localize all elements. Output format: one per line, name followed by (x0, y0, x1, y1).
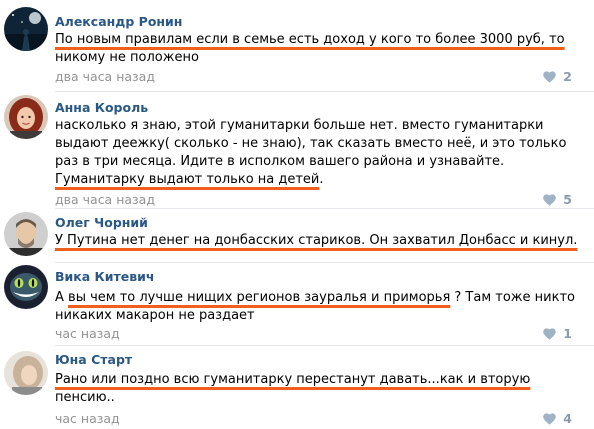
comment-author[interactable]: Анна Король (55, 100, 148, 115)
highlighted-text: По новым правилам если в семье есть дохо… (55, 32, 565, 47)
comment-author[interactable]: Юна Старт (55, 352, 132, 367)
comment-text-line: никому не положено (55, 49, 580, 67)
comment-text: У Путина нет денег на донбасских старико… (55, 232, 580, 250)
like-button[interactable]: 4 (543, 411, 572, 426)
avatar[interactable] (4, 265, 48, 309)
highlighted-text: ...как и вторую (427, 372, 531, 387)
comment-text-segment: А (55, 290, 69, 305)
like-button[interactable]: 1 (543, 326, 572, 341)
like-count: 4 (563, 411, 572, 426)
comment-text-segment: пенсию.. (55, 390, 115, 405)
avatar[interactable] (4, 351, 48, 395)
comment-time[interactable]: два часа назад (55, 192, 155, 207)
like-count: 1 (563, 326, 572, 341)
comment-text: По новым правилам если в семье есть дохо… (55, 31, 580, 67)
divider (55, 208, 594, 209)
comment-text-segment: никому не положено (55, 50, 199, 65)
comment-text-segment: насколько я знаю, этой гуманитарки больш… (55, 118, 544, 133)
comment-text-line: раз в три месяца. Идите в исполком вашег… (55, 153, 580, 171)
like-button[interactable]: 2 (543, 69, 572, 84)
comment-text-segment: . (319, 172, 324, 187)
divider (55, 91, 594, 92)
avatar[interactable] (4, 212, 48, 256)
comment-text-segment: раз в три месяца. Идите в исполком вашег… (55, 154, 505, 169)
comment-text: А вы чем то лучше нищих регионов заураль… (55, 289, 580, 325)
highlighted-text: У Путина нет денег на донбасских старико… (55, 233, 578, 248)
heart-icon (543, 327, 557, 340)
night-scene-avatar-image (4, 7, 48, 51)
comment-text-line: Рано или поздно всю гуманитарку перестан… (55, 371, 580, 389)
highlighted-text: вы чем то лучше нищих регионов зауралья … (68, 290, 451, 305)
comment-text-line: насколько я знаю, этой гуманитарки больш… (55, 117, 580, 135)
comment-text-segment: выдают деежку( сколько - не знаю), так с… (55, 136, 567, 151)
comment-author[interactable]: Александр Ронин (55, 14, 182, 29)
comment-text-line: А вы чем то лучше нищих регионов заураль… (55, 289, 580, 307)
heart-icon (543, 70, 557, 83)
comment-author[interactable]: Олег Чорний (55, 215, 148, 230)
comment-time[interactable]: час назад (55, 326, 120, 341)
like-count: 2 (563, 69, 572, 84)
comment-time[interactable]: два часа назад (55, 69, 155, 84)
man-beard-avatar-image (4, 212, 48, 256)
comment-text-line: пенсию.. (55, 389, 580, 407)
avatar[interactable] (4, 95, 48, 139)
comment-text-line: По новым правилам если в семье есть дохо… (55, 31, 580, 49)
comment-time[interactable]: час назад (55, 411, 120, 426)
woman-profile-avatar-image (4, 351, 48, 395)
comment-text: Рано или поздно всю гуманитарку перестан… (55, 371, 580, 407)
comment-author[interactable]: Вика Китевич (55, 269, 155, 284)
woman-red-hair-avatar-image (4, 95, 48, 139)
avatar[interactable] (4, 7, 48, 51)
divider (55, 345, 594, 346)
comment-text: насколько я знаю, этой гуманитарки больш… (55, 117, 580, 189)
comment-text-line: У Путина нет денег на донбасских старико… (55, 232, 580, 250)
divider (55, 262, 594, 263)
heart-icon (543, 412, 557, 425)
cheshire-cat-avatar-image (4, 265, 48, 309)
like-count: 5 (563, 192, 572, 207)
heart-icon (543, 193, 557, 206)
comment-text-segment: никаких макарон не раздает (55, 308, 255, 323)
comment-text-line: Гуманитарку выдают только на детей. (55, 171, 580, 189)
comment-text-line: никаких макарон не раздает (55, 307, 580, 325)
like-button[interactable]: 5 (543, 192, 572, 207)
comment-text-segment: ? Там тоже никто (450, 290, 575, 305)
highlighted-text: Гуманитарку выдают только на детей (55, 172, 320, 187)
highlighted-text: Рано или поздно всю гуманитарку перестан… (55, 372, 428, 387)
comment-text-line: выдают деежку( сколько - не знаю), так с… (55, 135, 580, 153)
